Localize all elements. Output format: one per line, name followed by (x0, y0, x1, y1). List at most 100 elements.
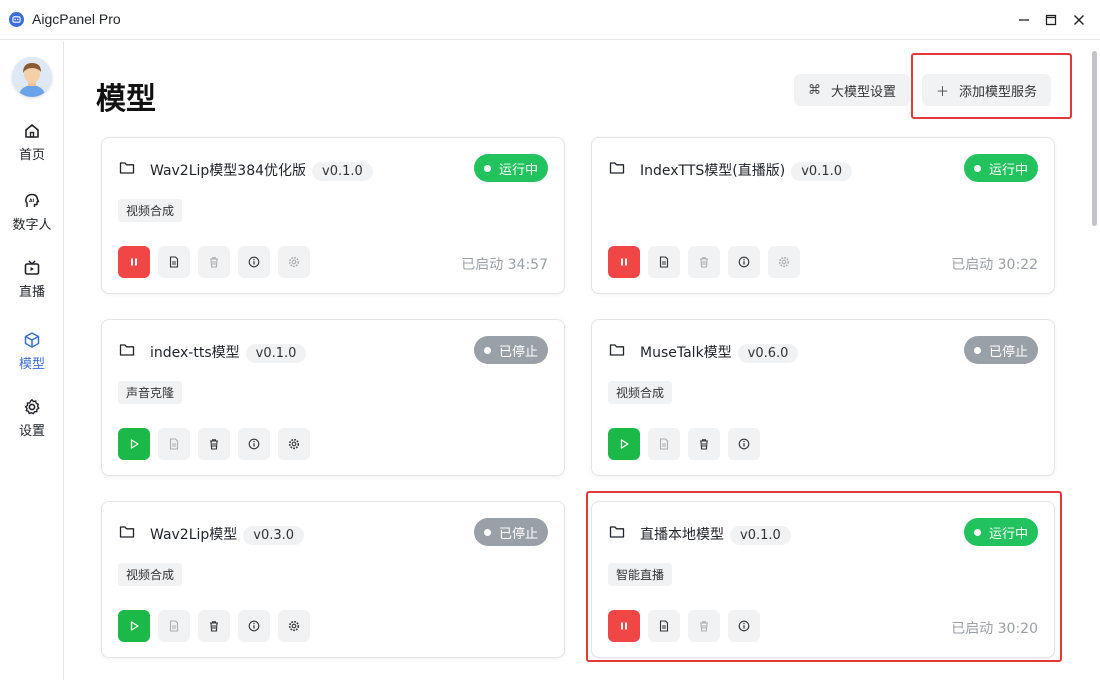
play-icon (130, 621, 139, 631)
settings-button[interactable] (278, 428, 310, 460)
tv-icon (24, 259, 40, 275)
version-badge: v0.1.0 (245, 344, 307, 363)
scrollbar[interactable] (1090, 41, 1098, 680)
settings-button[interactable] (768, 246, 800, 278)
document-icon (659, 438, 669, 450)
model-card: index-tts模型 v0.1.0 已停止 声音克隆 (101, 319, 565, 476)
delete-button[interactable] (688, 610, 720, 642)
info-button[interactable] (238, 610, 270, 642)
model-card: IndexTTS模型(直播版) v0.1.0 运行中 已启动 30:22 (591, 137, 1055, 294)
info-button[interactable] (238, 246, 270, 278)
status-dot (973, 346, 981, 354)
info-icon (248, 620, 260, 632)
pause-button[interactable] (118, 246, 150, 278)
sidebar-item-models[interactable]: 模型 (0, 326, 64, 376)
settings-button[interactable] (278, 246, 310, 278)
status-text: 运行中 (498, 162, 538, 178)
delete-button[interactable] (198, 610, 230, 642)
info-button[interactable] (728, 246, 760, 278)
status-text: 运行中 (988, 526, 1028, 542)
log-button[interactable] (648, 428, 680, 460)
pause-icon (131, 258, 137, 266)
settings-button[interactable] (278, 610, 310, 642)
sidebar-item-settings[interactable]: 设置 (0, 393, 64, 443)
version-badge: v0.6.0 (737, 344, 799, 363)
sidebar-item-digital-human[interactable]: AI 数字人 (0, 187, 64, 237)
log-button[interactable] (648, 610, 680, 642)
scrollbar-thumb[interactable] (1092, 51, 1097, 226)
start-button[interactable] (118, 428, 150, 460)
add-model-service-label: 添加模型服务 (959, 84, 1038, 100)
model-name: MuseTalk模型 v0.6.0 (640, 342, 799, 363)
model-tag: 视频合成 (118, 563, 183, 586)
status-dot (483, 164, 491, 172)
minimize-button[interactable] (1012, 8, 1036, 32)
trash-icon (210, 439, 218, 450)
info-button[interactable] (728, 428, 760, 460)
info-button[interactable] (728, 610, 760, 642)
version-badge: v0.1.0 (312, 162, 373, 181)
card-actions (608, 428, 768, 460)
status-dot (483, 528, 491, 536)
model-name: Wav2Lip模型384优化版 v0.1.0 (150, 160, 373, 181)
info-icon (738, 620, 750, 632)
sidebar-item-label: 直播 (18, 284, 45, 300)
folder-icon[interactable] (119, 342, 135, 358)
version-badge: v0.1.0 (791, 162, 852, 181)
document-icon (169, 438, 179, 450)
sidebar-item-label: 数字人 (12, 217, 52, 233)
start-button[interactable] (118, 610, 150, 642)
folder-icon[interactable] (119, 524, 135, 540)
uptime-text: 已启动 34:57 (461, 257, 548, 273)
plus-icon: ＋ (936, 84, 950, 100)
log-button[interactable] (158, 610, 190, 642)
model-tag: 智能直播 (608, 563, 673, 586)
model-name-text: 直播本地模型 (640, 527, 724, 543)
log-button[interactable] (158, 428, 190, 460)
document-icon (169, 620, 179, 632)
delete-button[interactable] (688, 428, 720, 460)
llm-settings-button[interactable]: ⌘ 大模型设置 (794, 74, 911, 106)
pause-button[interactable] (608, 610, 640, 642)
maximize-button[interactable] (1039, 8, 1063, 32)
log-button[interactable] (648, 246, 680, 278)
sidebar-item-live[interactable]: 直播 (0, 254, 64, 304)
delete-button[interactable] (198, 246, 230, 278)
command-icon: ⌘ (808, 82, 821, 98)
folder-icon[interactable] (609, 524, 625, 540)
folder-icon[interactable] (609, 160, 625, 176)
sidebar-item-home[interactable]: 首页 (0, 117, 64, 167)
folder-icon[interactable] (119, 160, 135, 176)
model-name-text: Wav2Lip模型 (150, 527, 238, 543)
sidebar: 首页 AI 数字人 直播 模型 设置 (0, 41, 64, 680)
trash-icon (210, 621, 218, 632)
model-name-text: index-tts模型 (150, 345, 240, 361)
home-icon (25, 123, 39, 138)
trash-icon (700, 439, 708, 450)
version-badge: v0.3.0 (243, 526, 305, 545)
info-button[interactable] (238, 428, 270, 460)
status-text: 运行中 (988, 162, 1028, 178)
title-bar: AigcPanel Pro (0, 0, 1100, 40)
close-button[interactable] (1067, 8, 1091, 32)
pause-icon (621, 258, 627, 266)
delete-button[interactable] (198, 428, 230, 460)
status-badge: 运行中 (473, 154, 548, 182)
model-name-text: IndexTTS模型(直播版) (640, 163, 786, 179)
status-badge: 已停止 (473, 336, 548, 364)
model-tag: 视频合成 (608, 381, 673, 404)
pause-button[interactable] (608, 246, 640, 278)
model-name: Wav2Lip模型 v0.3.0 (150, 524, 305, 545)
add-model-service-button[interactable]: ＋ 添加模型服务 (922, 74, 1052, 106)
model-tag: 视频合成 (118, 199, 183, 222)
close-icon (1074, 15, 1084, 25)
status-dot (973, 528, 981, 536)
document-icon (169, 256, 179, 268)
maximize-icon (1045, 14, 1057, 26)
start-button[interactable] (608, 428, 640, 460)
log-button[interactable] (158, 246, 190, 278)
folder-icon[interactable] (609, 342, 625, 358)
svg-text:AI: AI (29, 197, 35, 203)
delete-button[interactable] (688, 246, 720, 278)
avatar[interactable] (12, 57, 52, 97)
